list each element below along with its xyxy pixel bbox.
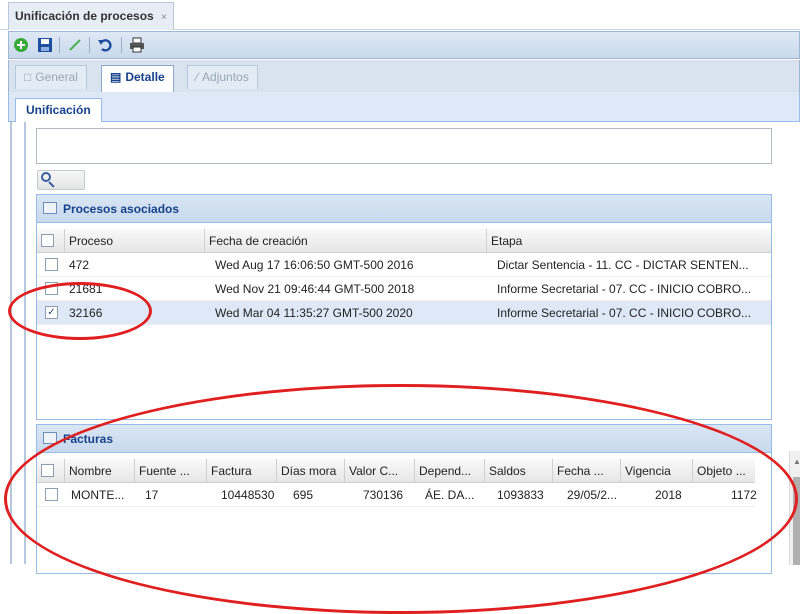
cell-etapa: Dictar Sentencia - 11. CC - DICTAR SENTE… [497, 258, 749, 272]
document-tab-title: Unificación de procesos [15, 9, 154, 23]
cell-objeto: 1172 [731, 488, 757, 502]
table-row[interactable]: 21681 Wed Nov 21 09:46:44 GMT-500 2018 I… [37, 277, 771, 301]
cell-fecha: Wed Nov 21 09:46:44 GMT-500 2018 [215, 282, 415, 296]
cell-fecha: 29/05/2... [567, 488, 618, 502]
select-all-checkbox[interactable] [41, 464, 54, 477]
procesos-panel: Procesos asociados Proceso Fecha de crea… [36, 194, 772, 420]
close-icon[interactable]: × [161, 12, 167, 23]
tab-adjuntos[interactable]: ∕ Adjuntos [187, 65, 258, 89]
tab-detalle[interactable]: ▤ Detalle [101, 65, 174, 92]
facturas-panel-header: Facturas [37, 425, 771, 453]
column-header-fuente[interactable]: Fuente ... [135, 459, 207, 483]
facturas-panel: Facturas Nombre Fuente ... Factura Días … [36, 424, 800, 574]
detail-icon: ▤ [110, 70, 122, 84]
cell-fuente: 17 [145, 488, 159, 502]
document-tabbar: Unificación de procesos × [0, 0, 800, 30]
search-button[interactable] [37, 170, 85, 190]
panel-icon [43, 202, 57, 214]
column-header-dependencia[interactable]: Depend... [415, 459, 485, 483]
cell-fecha: Wed Mar 04 11:35:27 GMT-500 2020 [215, 306, 413, 320]
left-border [10, 122, 12, 564]
column-header-valor[interactable]: Valor C... [345, 459, 415, 483]
procesos-grid-header: Proceso Fecha de creación Etapa [37, 229, 771, 253]
cell-valor: 730136 [363, 488, 404, 502]
facturas-grid-header: Nombre Fuente ... Factura Días mora Valo… [37, 459, 755, 483]
column-header-vigencia[interactable]: Vigencia [621, 459, 693, 483]
document-icon: □ [24, 70, 32, 84]
tab-unificacion[interactable]: Unificación [15, 98, 102, 122]
scroll-thumb[interactable] [793, 477, 800, 565]
column-header-fecha[interactable]: Fecha ... [553, 459, 621, 483]
column-header-objeto[interactable]: Objeto ... [693, 459, 757, 483]
left-border-inner [24, 122, 26, 564]
add-icon[interactable] [11, 35, 31, 55]
scroll-up-icon[interactable]: ▲ [793, 457, 800, 466]
tab-general[interactable]: □ General [15, 65, 87, 89]
column-header-nombre[interactable]: Nombre [65, 459, 135, 483]
row-checkbox[interactable] [45, 282, 58, 295]
cell-proceso: 472 [69, 258, 90, 272]
unification-textarea[interactable] [36, 128, 772, 164]
cell-dias-mora: 695 [293, 488, 314, 502]
panel-icon [43, 432, 57, 444]
toolbar [8, 31, 800, 59]
column-header-etapa[interactable]: Etapa [487, 229, 771, 253]
cell-etapa: Informe Secretarial - 07. CC - INICIO CO… [497, 306, 752, 320]
cell-etapa: Informe Secretarial - 07. CC - INICIO CO… [497, 282, 752, 296]
cell-vigencia: 2018 [655, 488, 682, 502]
document-tab[interactable]: Unificación de procesos × [8, 2, 174, 30]
table-row[interactable]: MONTE... 17 10448530 695 730136 ÁE. DA..… [37, 483, 757, 507]
table-row[interactable]: 472 Wed Aug 17 16:06:50 GMT-500 2016 Dic… [37, 253, 771, 277]
cell-factura: 10448530 [221, 488, 275, 502]
cell-saldos: 1093833 [497, 488, 544, 502]
paperclip-icon: ∕ [196, 70, 199, 84]
column-header-proceso[interactable]: Proceso [65, 229, 205, 253]
column-header-dias-mora[interactable]: Días mora [277, 459, 345, 483]
column-header-saldos[interactable]: Saldos [485, 459, 553, 483]
facturas-panel-title: Facturas [63, 432, 114, 446]
row-checkbox[interactable] [45, 258, 58, 271]
procesos-panel-title: Procesos asociados [63, 202, 180, 216]
section-tabbar: □ General ▤ Detalle ∕ Adjuntos [8, 60, 800, 92]
inner-tabbar: Unificación [8, 92, 800, 122]
tab-adjuntos-label: Adjuntos [202, 70, 249, 84]
cell-fecha: Wed Aug 17 16:06:50 GMT-500 2016 [215, 258, 414, 272]
save-icon[interactable] [35, 35, 55, 55]
procesos-panel-header: Procesos asociados [37, 195, 771, 223]
cell-proceso: 32166 [69, 306, 103, 320]
row-checkbox[interactable] [45, 488, 58, 501]
table-row-selected[interactable]: ✓ 32166 Wed Mar 04 11:35:27 GMT-500 2020… [37, 301, 771, 325]
tab-detalle-label: Detalle [125, 70, 165, 84]
print-icon[interactable] [127, 35, 147, 55]
column-header-factura[interactable]: Factura [207, 459, 277, 483]
column-header-fecha[interactable]: Fecha de creación [205, 229, 487, 253]
cell-proceso: 21681 [69, 282, 103, 296]
undo-icon[interactable] [95, 35, 115, 55]
cell-nombre: MONTE... [71, 488, 125, 502]
cell-dependencia: ÁE. DA... [425, 488, 475, 502]
tab-general-label: General [35, 70, 78, 84]
edit-icon[interactable] [65, 35, 85, 55]
facturas-scrollbar[interactable]: ▲ [789, 451, 800, 565]
select-all-checkbox[interactable] [41, 234, 54, 247]
row-checkbox-checked[interactable]: ✓ [45, 306, 58, 319]
